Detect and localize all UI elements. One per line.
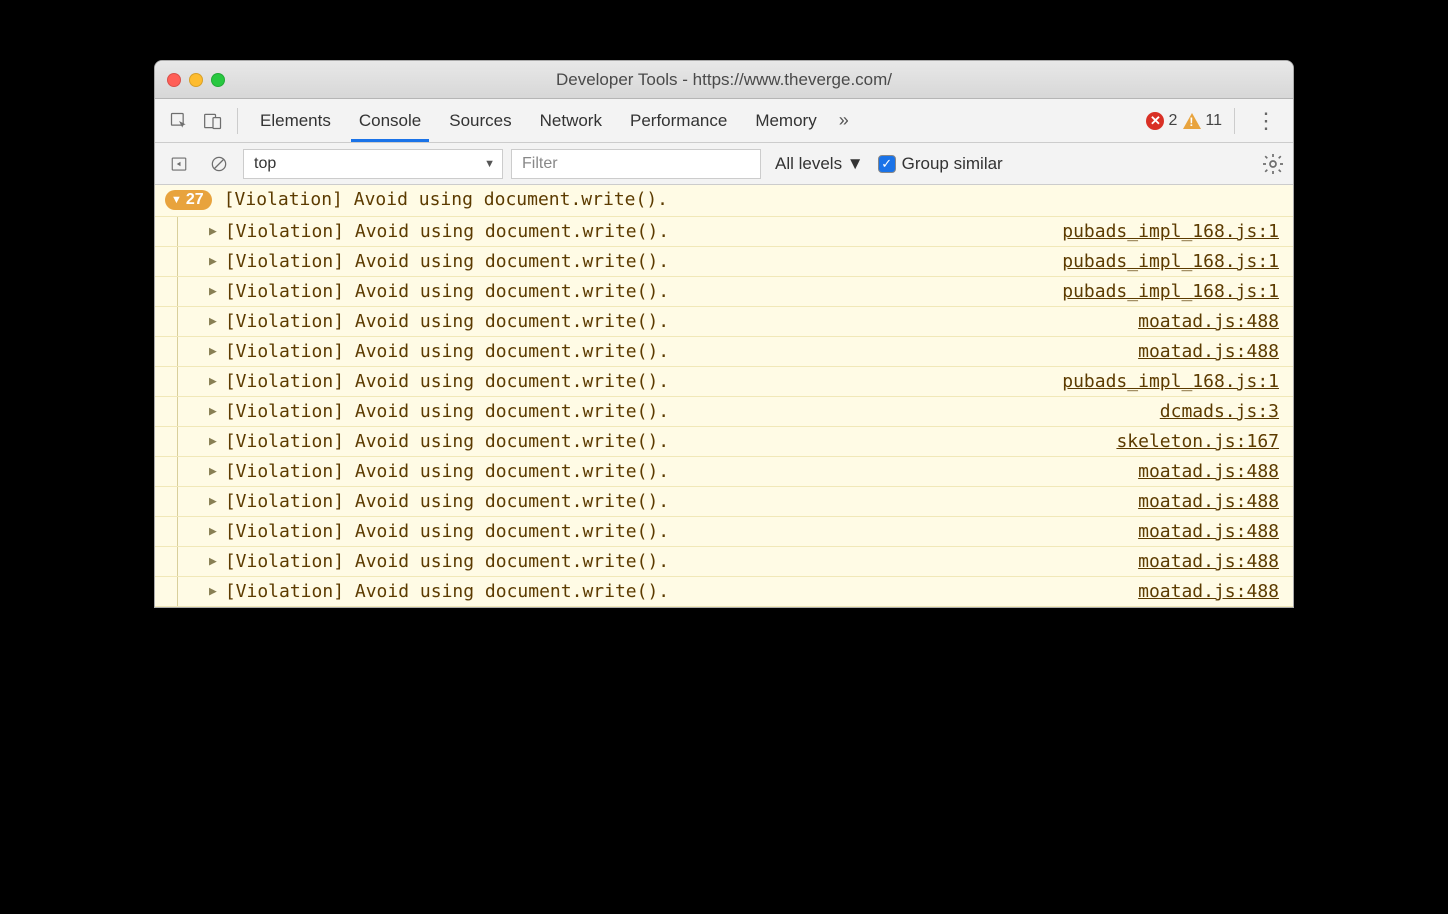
disclosure-triangle-icon[interactable]: ▶ (209, 374, 217, 389)
log-row: ▶ [Violation] Avoid using document.write(… (155, 577, 1293, 607)
log-source-link[interactable]: moatad.js:488 (1138, 491, 1279, 512)
disclosure-triangle-icon[interactable]: ▶ (209, 284, 217, 299)
log-message-text: [Violation] Avoid using document.write()… (225, 461, 669, 482)
disclosure-triangle-icon[interactable]: ▶ (209, 554, 217, 569)
log-row: ▶ [Violation] Avoid using document.write(… (155, 307, 1293, 337)
log-message-text: [Violation] Avoid using document.write()… (225, 311, 669, 332)
console-messages: ▼ 27 [Violation] Avoid using document.wr… (155, 185, 1293, 607)
log-source-link[interactable]: pubads_impl_168.js:1 (1062, 221, 1279, 242)
zoom-window-button[interactable] (211, 73, 225, 87)
log-message-text: [Violation] Avoid using document.write()… (225, 221, 669, 242)
log-level-select[interactable]: All levels ▼ (769, 154, 870, 174)
chevron-down-icon: ▼ (171, 194, 182, 206)
log-source-link[interactable]: moatad.js:488 (1138, 521, 1279, 542)
traffic-lights (167, 73, 225, 87)
log-message-text: [Violation] Avoid using document.write()… (225, 491, 669, 512)
tab-memory[interactable]: Memory (741, 99, 830, 142)
log-message-text: [Violation] Avoid using document.write()… (225, 581, 669, 602)
log-source-link[interactable]: pubads_impl_168.js:1 (1062, 371, 1279, 392)
minimize-window-button[interactable] (189, 73, 203, 87)
log-row: ▶ [Violation] Avoid using document.write(… (155, 367, 1293, 397)
disclosure-triangle-icon[interactable]: ▶ (209, 224, 217, 239)
show-console-sidebar-icon[interactable] (163, 148, 195, 180)
warning-count-value: 11 (1205, 112, 1222, 130)
log-row: ▶ [Violation] Avoid using document.write(… (155, 427, 1293, 457)
log-row: ▶ [Violation] Avoid using document.write(… (155, 547, 1293, 577)
log-message-text: [Violation] Avoid using document.write()… (225, 371, 669, 392)
tab-elements[interactable]: Elements (246, 99, 345, 142)
log-message-text: [Violation] Avoid using document.write()… (225, 431, 669, 452)
window-title: Developer Tools - https://www.theverge.c… (155, 70, 1293, 90)
separator (237, 108, 238, 134)
execution-context-select[interactable] (243, 149, 503, 179)
toggle-device-toolbar-icon[interactable] (197, 105, 229, 137)
log-source-link[interactable]: moatad.js:488 (1138, 551, 1279, 572)
error-count[interactable]: ✕ 2 (1146, 112, 1177, 130)
group-similar-checkbox[interactable]: ✓ Group similar (878, 154, 1003, 174)
tab-sources[interactable]: Sources (435, 99, 525, 142)
group-message-text: [Violation] Avoid using document.write()… (224, 189, 668, 210)
log-row: ▶ [Violation] Avoid using document.write(… (155, 337, 1293, 367)
devtools-tabs-bar: Elements Console Sources Network Perform… (155, 99, 1293, 143)
log-row: ▶ [Violation] Avoid using document.write(… (155, 397, 1293, 427)
checkbox-checked-icon: ✓ (878, 155, 896, 173)
clear-console-icon[interactable] (203, 148, 235, 180)
log-message-text: [Violation] Avoid using document.write()… (225, 341, 669, 362)
disclosure-triangle-icon[interactable]: ▶ (209, 254, 217, 269)
message-group-header[interactable]: ▼ 27 [Violation] Avoid using document.wr… (155, 185, 1293, 217)
log-source-link[interactable]: pubads_impl_168.js:1 (1062, 281, 1279, 302)
log-message-text: [Violation] Avoid using document.write()… (225, 551, 669, 572)
more-tabs-button[interactable]: » (833, 110, 855, 131)
warning-count[interactable]: 11 (1183, 112, 1222, 130)
close-window-button[interactable] (167, 73, 181, 87)
disclosure-triangle-icon[interactable]: ▶ (209, 524, 217, 539)
log-source-link[interactable]: dcmads.js:3 (1160, 401, 1279, 422)
group-count-value: 27 (186, 191, 204, 209)
tab-performance[interactable]: Performance (616, 99, 741, 142)
log-message-text: [Violation] Avoid using document.write()… (225, 401, 669, 422)
log-message-text: [Violation] Avoid using document.write()… (225, 281, 669, 302)
log-source-link[interactable]: pubads_impl_168.js:1 (1062, 251, 1279, 272)
log-row: ▶ [Violation] Avoid using document.write(… (155, 247, 1293, 277)
log-message-text: [Violation] Avoid using document.write()… (225, 521, 669, 542)
log-row: ▶ [Violation] Avoid using document.write(… (155, 517, 1293, 547)
log-source-link[interactable]: moatad.js:488 (1138, 341, 1279, 362)
devtools-menu-icon[interactable]: ⋮ (1247, 108, 1285, 134)
console-settings-icon[interactable] (1261, 152, 1285, 176)
disclosure-triangle-icon[interactable]: ▶ (209, 434, 217, 449)
group-similar-label: Group similar (902, 154, 1003, 174)
log-source-link[interactable]: moatad.js:488 (1138, 581, 1279, 602)
panel-tabs: Elements Console Sources Network Perform… (246, 99, 831, 142)
log-row: ▶ [Violation] Avoid using document.write(… (155, 457, 1293, 487)
disclosure-triangle-icon[interactable]: ▶ (209, 314, 217, 329)
log-row: ▶ [Violation] Avoid using document.write(… (155, 217, 1293, 247)
error-count-value: 2 (1168, 112, 1177, 130)
devtools-window: Developer Tools - https://www.theverge.c… (154, 60, 1294, 608)
tab-console[interactable]: Console (345, 99, 435, 142)
disclosure-triangle-icon[interactable]: ▶ (209, 344, 217, 359)
log-row: ▶ [Violation] Avoid using document.write(… (155, 277, 1293, 307)
log-row: ▶ [Violation] Avoid using document.write(… (155, 487, 1293, 517)
log-source-link[interactable]: skeleton.js:167 (1116, 431, 1279, 452)
disclosure-triangle-icon[interactable]: ▶ (209, 584, 217, 599)
inspect-element-icon[interactable] (163, 105, 195, 137)
log-source-link[interactable]: moatad.js:488 (1138, 311, 1279, 332)
error-icon: ✕ (1146, 112, 1164, 130)
disclosure-triangle-icon[interactable]: ▶ (209, 494, 217, 509)
disclosure-triangle-icon[interactable]: ▶ (209, 404, 217, 419)
warning-icon (1183, 113, 1201, 129)
separator (1234, 108, 1235, 134)
disclosure-triangle-icon[interactable]: ▶ (209, 464, 217, 479)
console-toolbar: All levels ▼ ✓ Group similar (155, 143, 1293, 185)
group-count-badge: ▼ 27 (165, 190, 212, 210)
filter-input[interactable] (511, 149, 761, 179)
log-message-text: [Violation] Avoid using document.write()… (225, 251, 669, 272)
titlebar[interactable]: Developer Tools - https://www.theverge.c… (155, 61, 1293, 99)
log-source-link[interactable]: moatad.js:488 (1138, 461, 1279, 482)
tab-network[interactable]: Network (526, 99, 616, 142)
